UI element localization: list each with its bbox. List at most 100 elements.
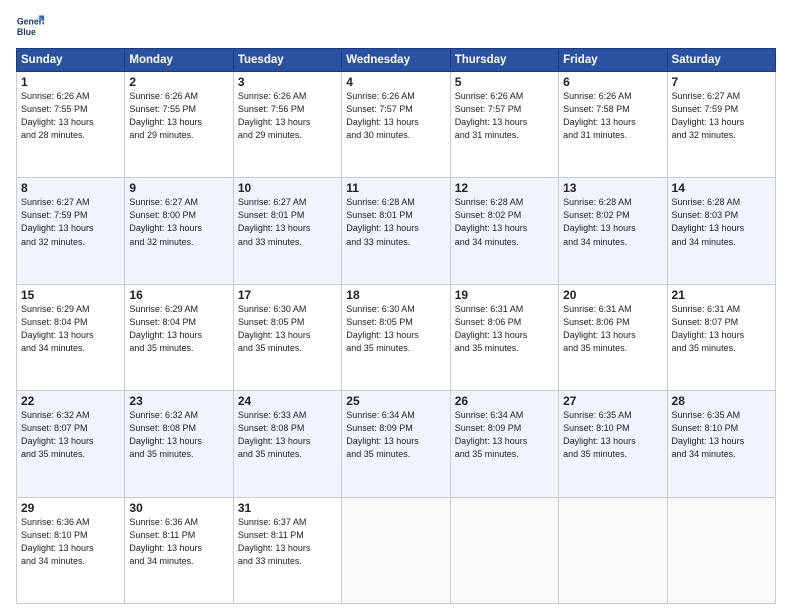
cell-line: Sunrise: 6:30 AM xyxy=(346,303,445,316)
cell-text: Sunrise: 6:27 AMSunset: 8:01 PMDaylight:… xyxy=(238,196,337,248)
logo-icon: General Blue xyxy=(16,12,44,40)
cell-line: Sunrise: 6:27 AM xyxy=(238,196,337,209)
cell-line: Daylight: 13 hours xyxy=(455,329,554,342)
calendar-cell: 19Sunrise: 6:31 AMSunset: 8:06 PMDayligh… xyxy=(450,284,558,390)
cell-line: Daylight: 13 hours xyxy=(21,542,120,555)
day-number: 21 xyxy=(672,288,771,302)
calendar-week-row: 22Sunrise: 6:32 AMSunset: 8:07 PMDayligh… xyxy=(17,391,776,497)
cell-text: Sunrise: 6:28 AMSunset: 8:01 PMDaylight:… xyxy=(346,196,445,248)
cell-line: and 34 minutes. xyxy=(21,555,120,568)
cell-text: Sunrise: 6:32 AMSunset: 8:07 PMDaylight:… xyxy=(21,409,120,461)
cell-line: Sunrise: 6:28 AM xyxy=(455,196,554,209)
cell-line: Daylight: 13 hours xyxy=(129,542,228,555)
day-number: 3 xyxy=(238,75,337,89)
day-number: 27 xyxy=(563,394,662,408)
cell-line: Sunset: 7:58 PM xyxy=(563,103,662,116)
calendar-cell: 27Sunrise: 6:35 AMSunset: 8:10 PMDayligh… xyxy=(559,391,667,497)
day-number: 16 xyxy=(129,288,228,302)
calendar-cell xyxy=(342,497,450,603)
cell-line: Sunset: 8:03 PM xyxy=(672,209,771,222)
cell-line: Daylight: 13 hours xyxy=(21,329,120,342)
cell-line: Sunset: 7:57 PM xyxy=(346,103,445,116)
cell-line: and 35 minutes. xyxy=(129,448,228,461)
cell-line: Sunrise: 6:26 AM xyxy=(238,90,337,103)
cell-line: Daylight: 13 hours xyxy=(455,435,554,448)
calendar-cell: 18Sunrise: 6:30 AMSunset: 8:05 PMDayligh… xyxy=(342,284,450,390)
cell-line: Sunrise: 6:35 AM xyxy=(563,409,662,422)
cell-line: Sunrise: 6:27 AM xyxy=(672,90,771,103)
cell-line: Sunrise: 6:27 AM xyxy=(21,196,120,209)
calendar-cell: 20Sunrise: 6:31 AMSunset: 8:06 PMDayligh… xyxy=(559,284,667,390)
cell-line: and 32 minutes. xyxy=(672,129,771,142)
cell-line: Sunrise: 6:30 AM xyxy=(238,303,337,316)
calendar-cell: 7Sunrise: 6:27 AMSunset: 7:59 PMDaylight… xyxy=(667,72,775,178)
cell-text: Sunrise: 6:26 AMSunset: 7:58 PMDaylight:… xyxy=(563,90,662,142)
cell-text: Sunrise: 6:31 AMSunset: 8:06 PMDaylight:… xyxy=(455,303,554,355)
cell-line: and 32 minutes. xyxy=(21,236,120,249)
cell-text: Sunrise: 6:26 AMSunset: 7:55 PMDaylight:… xyxy=(21,90,120,142)
calendar-week-row: 29Sunrise: 6:36 AMSunset: 8:10 PMDayligh… xyxy=(17,497,776,603)
cell-line: and 30 minutes. xyxy=(346,129,445,142)
logo: General Blue xyxy=(16,12,48,40)
cell-text: Sunrise: 6:34 AMSunset: 8:09 PMDaylight:… xyxy=(455,409,554,461)
calendar-cell: 31Sunrise: 6:37 AMSunset: 8:11 PMDayligh… xyxy=(233,497,341,603)
calendar-cell: 5Sunrise: 6:26 AMSunset: 7:57 PMDaylight… xyxy=(450,72,558,178)
svg-text:Blue: Blue xyxy=(17,27,36,37)
calendar-cell: 26Sunrise: 6:34 AMSunset: 8:09 PMDayligh… xyxy=(450,391,558,497)
cell-line: Daylight: 13 hours xyxy=(238,222,337,235)
cell-line: Daylight: 13 hours xyxy=(672,435,771,448)
cell-line: and 34 minutes. xyxy=(563,236,662,249)
cell-line: Daylight: 13 hours xyxy=(455,222,554,235)
cell-line: Daylight: 13 hours xyxy=(672,329,771,342)
cell-text: Sunrise: 6:34 AMSunset: 8:09 PMDaylight:… xyxy=(346,409,445,461)
cell-line: and 35 minutes. xyxy=(238,342,337,355)
cell-line: Sunset: 8:10 PM xyxy=(21,529,120,542)
cell-line: Sunrise: 6:31 AM xyxy=(455,303,554,316)
cell-text: Sunrise: 6:31 AMSunset: 8:06 PMDaylight:… xyxy=(563,303,662,355)
cell-line: Sunrise: 6:28 AM xyxy=(346,196,445,209)
cell-line: Sunset: 8:10 PM xyxy=(563,422,662,435)
calendar-cell xyxy=(667,497,775,603)
cell-line: Daylight: 13 hours xyxy=(346,116,445,129)
cell-line: Sunrise: 6:29 AM xyxy=(129,303,228,316)
cell-line: Sunset: 8:11 PM xyxy=(129,529,228,542)
cell-text: Sunrise: 6:26 AMSunset: 7:56 PMDaylight:… xyxy=(238,90,337,142)
cell-line: Sunset: 7:59 PM xyxy=(21,209,120,222)
cell-line: Daylight: 13 hours xyxy=(563,329,662,342)
cell-line: Daylight: 13 hours xyxy=(563,435,662,448)
day-number: 1 xyxy=(21,75,120,89)
cell-line: Sunrise: 6:34 AM xyxy=(455,409,554,422)
calendar-cell: 28Sunrise: 6:35 AMSunset: 8:10 PMDayligh… xyxy=(667,391,775,497)
cell-line: and 28 minutes. xyxy=(21,129,120,142)
cell-text: Sunrise: 6:27 AMSunset: 7:59 PMDaylight:… xyxy=(21,196,120,248)
cell-text: Sunrise: 6:33 AMSunset: 8:08 PMDaylight:… xyxy=(238,409,337,461)
cell-line: and 33 minutes. xyxy=(238,555,337,568)
cell-line: Daylight: 13 hours xyxy=(21,435,120,448)
cell-line: Sunrise: 6:26 AM xyxy=(563,90,662,103)
cell-line: Sunset: 8:05 PM xyxy=(346,316,445,329)
cell-text: Sunrise: 6:28 AMSunset: 8:02 PMDaylight:… xyxy=(455,196,554,248)
cell-line: and 35 minutes. xyxy=(563,342,662,355)
calendar-table: SundayMondayTuesdayWednesdayThursdayFrid… xyxy=(16,48,776,604)
day-number: 18 xyxy=(346,288,445,302)
cell-line: and 35 minutes. xyxy=(672,342,771,355)
cell-line: Sunset: 7:59 PM xyxy=(672,103,771,116)
calendar-week-row: 8Sunrise: 6:27 AMSunset: 7:59 PMDaylight… xyxy=(17,178,776,284)
calendar-cell: 16Sunrise: 6:29 AMSunset: 8:04 PMDayligh… xyxy=(125,284,233,390)
calendar-cell: 9Sunrise: 6:27 AMSunset: 8:00 PMDaylight… xyxy=(125,178,233,284)
cell-line: Sunrise: 6:36 AM xyxy=(129,516,228,529)
cell-line: Daylight: 13 hours xyxy=(129,222,228,235)
cell-text: Sunrise: 6:27 AMSunset: 7:59 PMDaylight:… xyxy=(672,90,771,142)
cell-line: and 35 minutes. xyxy=(21,448,120,461)
cell-line: Sunset: 8:09 PM xyxy=(455,422,554,435)
cell-line: Sunrise: 6:32 AM xyxy=(21,409,120,422)
cell-line: and 31 minutes. xyxy=(455,129,554,142)
cell-line: Sunrise: 6:26 AM xyxy=(129,90,228,103)
weekday-header-friday: Friday xyxy=(559,49,667,72)
cell-line: Daylight: 13 hours xyxy=(21,222,120,235)
calendar-cell: 12Sunrise: 6:28 AMSunset: 8:02 PMDayligh… xyxy=(450,178,558,284)
calendar-week-row: 15Sunrise: 6:29 AMSunset: 8:04 PMDayligh… xyxy=(17,284,776,390)
cell-line: Sunset: 7:55 PM xyxy=(129,103,228,116)
weekday-header-tuesday: Tuesday xyxy=(233,49,341,72)
day-number: 9 xyxy=(129,181,228,195)
